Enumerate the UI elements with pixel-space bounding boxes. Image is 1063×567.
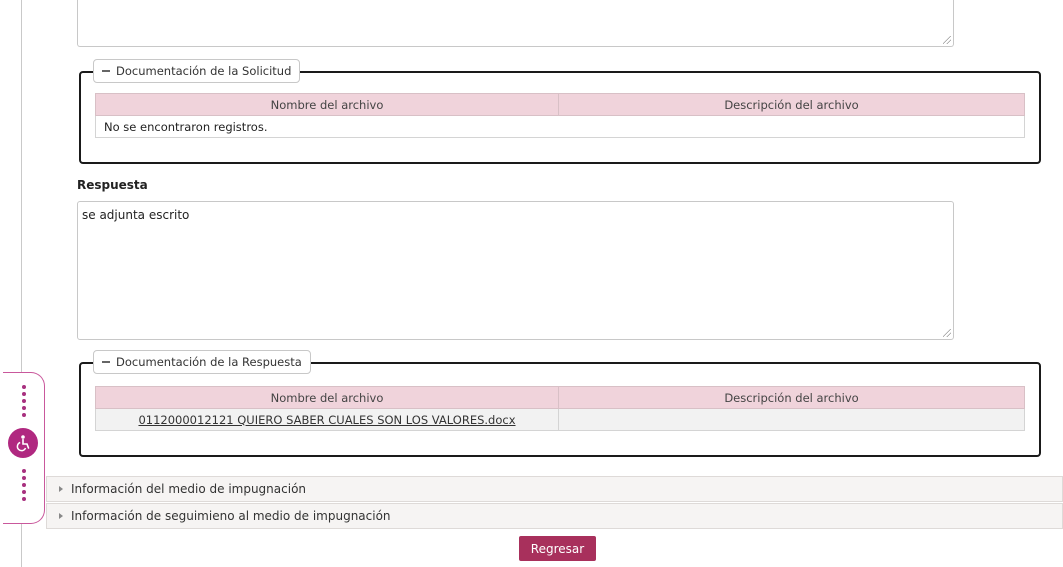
respuesta-textarea[interactable]: se adjunta escrito [77,201,954,340]
respuesta-docs-legend-text: Documentación de la Respuesta [116,355,302,369]
solicitud-docs-table: Nombre del archivo Descripción del archi… [95,93,1025,138]
dot [22,469,26,473]
column-header-descripcion[interactable]: Descripción del archivo [558,386,1025,409]
respuesta-text: se adjunta escrito [82,208,190,222]
dot [22,392,26,396]
accordion-label: Información de seguimieno al medio de im… [71,509,391,523]
accordion-medio-impugnacion[interactable]: Información del medio de impugnación [46,476,1063,502]
empty-message: No se encontraron registros. [95,115,1025,138]
table-cell-description [558,408,1025,431]
dot [22,399,26,403]
solicitud-textarea[interactable] [77,0,954,47]
respuesta-docs-table: Nombre del archivo Descripción del archi… [95,386,1025,431]
file-download-link[interactable]: 0112000012121 QUIERO SABER CUALES SON LO… [138,413,515,427]
accordion-label: Información del medio de impugnación [71,482,307,496]
respuesta-label: Respuesta [77,178,148,192]
solicitud-docs-legend[interactable]: Documentación de la Solicitud [93,59,301,83]
back-button[interactable]: Regresar [519,536,596,561]
minus-icon [102,361,110,363]
wheelchair-icon[interactable] [8,428,38,458]
resize-grip-icon[interactable] [943,329,951,337]
dot [22,483,26,487]
solicitud-docs-fieldset: Documentación de la Solicitud Nombre del… [79,59,1041,164]
accordion-seguimiento[interactable]: Información de seguimieno al medio de im… [46,503,1063,529]
column-header-nombre[interactable]: Nombre del archivo [95,93,559,116]
triangle-right-icon [59,513,63,519]
dot [22,476,26,480]
dot [22,490,26,494]
table-cell-file: 0112000012121 QUIERO SABER CUALES SON LO… [95,408,559,431]
minus-icon [102,70,110,72]
accessibility-widget[interactable] [3,372,45,524]
respuesta-docs-legend[interactable]: Documentación de la Respuesta [93,350,311,374]
solicitud-docs-legend-text: Documentación de la Solicitud [116,64,292,78]
column-header-nombre[interactable]: Nombre del archivo [95,386,559,409]
resize-grip-icon[interactable] [943,36,951,44]
dot [22,385,26,389]
respuesta-docs-fieldset: Documentación de la Respuesta Nombre del… [79,350,1041,457]
dot [22,406,26,410]
triangle-right-icon [59,486,63,492]
column-header-descripcion[interactable]: Descripción del archivo [558,93,1025,116]
dot [22,413,26,417]
dot [22,497,26,501]
